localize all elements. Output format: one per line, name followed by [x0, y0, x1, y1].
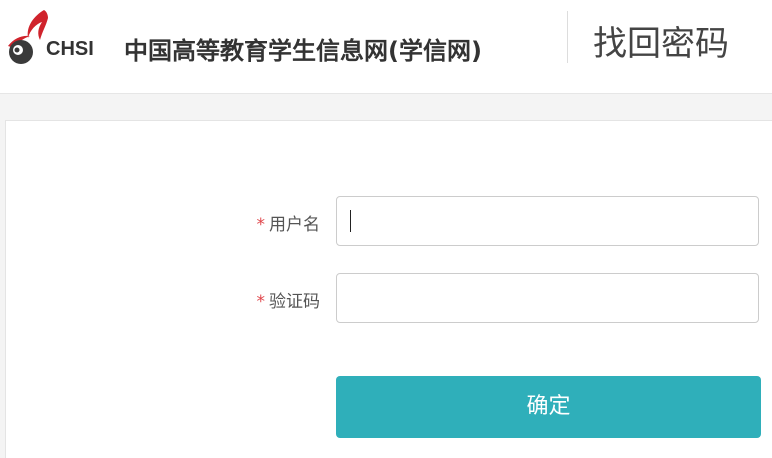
page-title: 找回密码 — [593, 24, 729, 64]
submit-button[interactable]: 确定 — [336, 376, 761, 438]
site-header: CHSI 中国高等教育学生信息网(学信网) 找回密码 — [0, 0, 772, 94]
username-input[interactable] — [336, 196, 759, 246]
captcha-label-text: 验证码 — [269, 292, 320, 312]
header-divider — [567, 11, 568, 63]
text-caret — [350, 210, 351, 232]
required-mark: * — [256, 215, 266, 235]
logo-text: CHSI — [46, 38, 94, 60]
required-mark: * — [256, 292, 266, 312]
captcha-input[interactable] — [336, 273, 759, 323]
username-label: * 用户名 — [257, 210, 321, 235]
site-name[interactable]: 中国高等教育学生信息网(学信网) — [124, 31, 482, 66]
username-label-text: 用户名 — [269, 215, 320, 235]
captcha-label: * 验证码 — [257, 287, 321, 312]
